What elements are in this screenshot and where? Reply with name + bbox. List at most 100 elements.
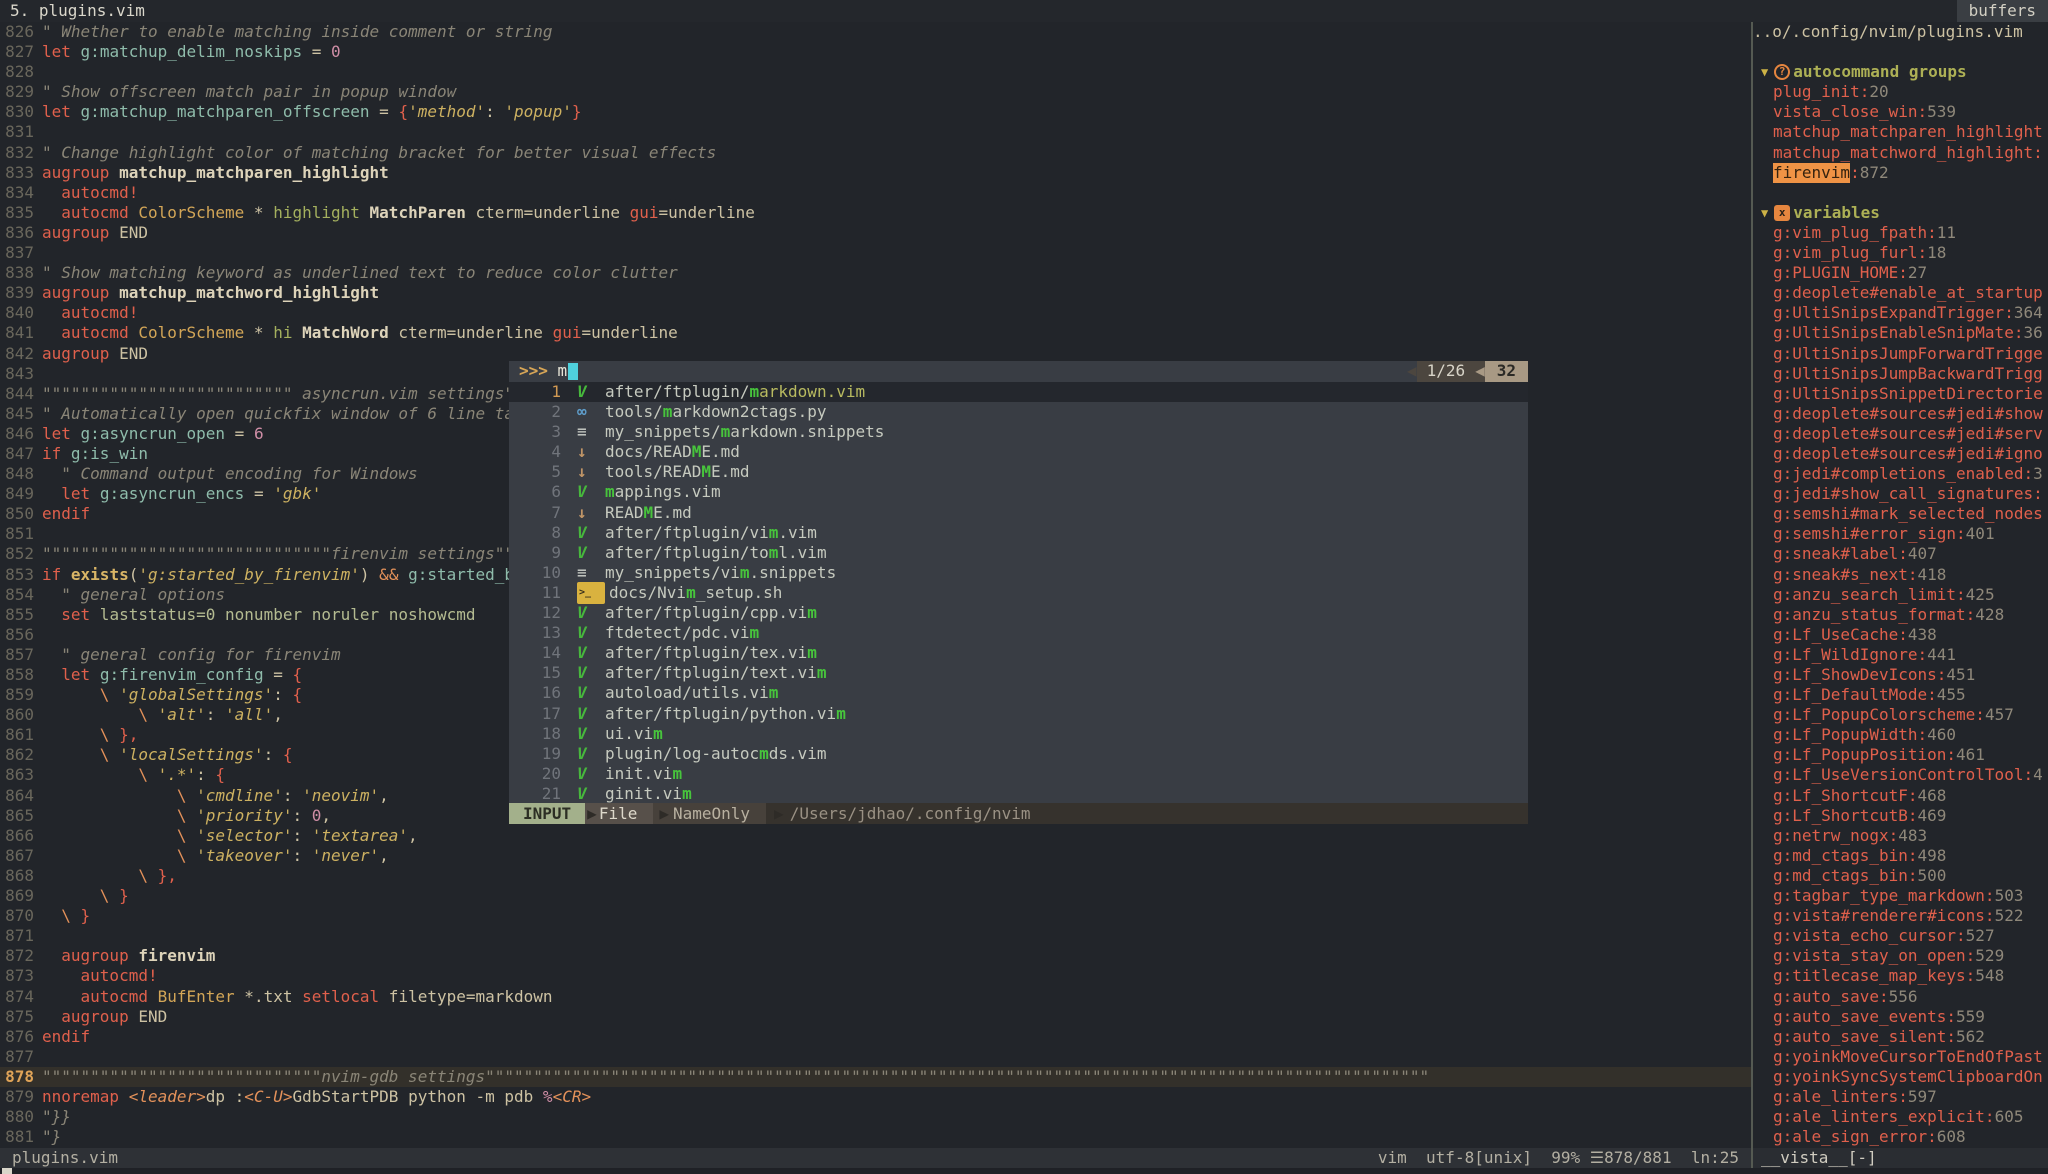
- tag-name[interactable]: g:Lf_PopupWidth: [1773, 725, 1918, 745]
- vista-tag-entry[interactable]: g:Lf_DefaultMode:455: [1753, 685, 2048, 705]
- file-result-row[interactable]: 2∞tools/markdown2ctags.py: [509, 402, 1528, 422]
- file-result-row[interactable]: 21Vginit.vim: [509, 784, 1528, 803]
- vista-tag-entry[interactable]: g:md_ctags_bin:500: [1753, 866, 2048, 886]
- vista-tag-entry[interactable]: g:vista_echo_cursor:527: [1753, 926, 2048, 946]
- editor-line[interactable]: 840 autocmd!: [0, 303, 1751, 323]
- tag-name[interactable]: g:tagbar_type_markdown: [1773, 886, 1985, 906]
- file-result-row[interactable]: 17Vafter/ftplugin/python.vim: [509, 704, 1528, 724]
- vista-tag-entry[interactable]: g:anzu_status_format:428: [1753, 605, 2048, 625]
- editor-line[interactable]: 868 \ },: [0, 866, 1751, 886]
- tag-name[interactable]: g:UltiSnipsEnableSnipMate: [1773, 323, 2014, 343]
- vista-tag-entry[interactable]: vista_close_win:539: [1753, 102, 2048, 122]
- vista-tag-entry[interactable]: g:ale_linters_explicit:605: [1753, 1107, 2048, 1127]
- vista-tag-entry[interactable]: g:deoplete#sources#jedi#serv: [1753, 424, 2048, 444]
- vista-tag-entry[interactable]: g:Lf_UseVersionControlTool:4: [1753, 765, 2048, 785]
- editor-line[interactable]: 878"""""""""""""""""""""""""""""nvim-gdb…: [0, 1067, 1751, 1087]
- vista-sidebar[interactable]: ..o/.config/nvim/plugins.vim▼?autocomman…: [1753, 22, 2048, 1148]
- tag-name[interactable]: g:Lf_ShortcutF: [1773, 786, 1908, 806]
- tag-name[interactable]: g:Lf_ShowDevIcons: [1773, 665, 1937, 685]
- vista-tag-entry[interactable]: firenvim:872: [1753, 163, 2048, 183]
- file-result-row[interactable]: 9Vafter/ftplugin/toml.vim: [509, 543, 1528, 563]
- editor-line[interactable]: 838" Show matching keyword as underlined…: [0, 263, 1751, 283]
- tag-name[interactable]: g:deoplete#sources#jedi#igno: [1773, 444, 2043, 464]
- tag-name[interactable]: g:deoplete#enable_at_startup: [1773, 283, 2043, 303]
- tag-name[interactable]: g:PLUGIN_HOME: [1773, 263, 1898, 283]
- editor-line[interactable]: 832" Change highlight color of matching …: [0, 143, 1751, 163]
- editor-line[interactable]: 867 \ 'takeover': 'never',: [0, 846, 1751, 866]
- tag-name[interactable]: matchup_matchword_highlight: [1773, 143, 2033, 163]
- file-result-row[interactable]: 14Vafter/ftplugin/tex.vim: [509, 643, 1528, 663]
- editor-line[interactable]: 829" Show offscreen match pair in popup …: [0, 82, 1751, 102]
- editor-line[interactable]: 870 \ }: [0, 906, 1751, 926]
- vista-tag-entry[interactable]: g:PLUGIN_HOME:27: [1753, 263, 2048, 283]
- tag-name[interactable]: g:Lf_PopupColorscheme: [1773, 705, 1975, 725]
- editor-line[interactable]: 830let g:matchup_matchparen_offscreen = …: [0, 102, 1751, 122]
- vista-tag-entry[interactable]: g:auto_save_silent:562: [1753, 1027, 2048, 1047]
- vista-tag-entry[interactable]: g:netrw_nogx:483: [1753, 826, 2048, 846]
- tag-name[interactable]: g:Lf_UseCache: [1773, 625, 1898, 645]
- command-line[interactable]: [0, 1168, 2048, 1174]
- tag-name[interactable]: g:yoinkMoveCursorToEndOfPast: [1773, 1047, 2043, 1067]
- tag-name[interactable]: g:vim_plug_fpath: [1773, 223, 1927, 243]
- tag-name[interactable]: g:Lf_ShortcutB: [1773, 806, 1908, 826]
- file-result-row[interactable]: 5↓tools/README.md: [509, 462, 1528, 482]
- tag-name[interactable]: g:auto_save: [1773, 987, 1879, 1007]
- editor-line[interactable]: 833augroup matchup_matchparen_highlight: [0, 163, 1751, 183]
- vista-tag-entry[interactable]: g:sneak#s_next:418: [1753, 565, 2048, 585]
- editor-line[interactable]: 872 augroup firenvim: [0, 946, 1751, 966]
- file-result-row[interactable]: 12Vafter/ftplugin/cpp.vim: [509, 603, 1528, 623]
- tab-current-buffer[interactable]: 5. plugins.vim: [0, 1, 145, 21]
- tag-name[interactable]: g:ale_sign_error: [1773, 1127, 1927, 1147]
- tag-name[interactable]: g:vim_plug_furl: [1773, 243, 1918, 263]
- vista-tag-entry[interactable]: g:Lf_ShowDevIcons:451: [1753, 665, 2048, 685]
- file-result-list[interactable]: 1Vafter/ftplugin/markdown.vim2∞tools/mar…: [509, 382, 1528, 803]
- editor-line[interactable]: 879nnoremap <leader>dp :<C-U>GdbStartPDB…: [0, 1087, 1751, 1107]
- vista-tag-entry[interactable]: g:vista#renderer#icons:522: [1753, 906, 2048, 926]
- vista-tag-entry[interactable]: g:auto_save_events:559: [1753, 1007, 2048, 1027]
- file-result-row[interactable]: 8Vafter/ftplugin/vim.vim: [509, 523, 1528, 543]
- file-result-row[interactable]: 4↓docs/README.md: [509, 442, 1528, 462]
- editor-line[interactable]: 873 autocmd!: [0, 966, 1751, 986]
- tag-name[interactable]: g:md_ctags_bin: [1773, 866, 1908, 886]
- chevron-down-icon[interactable]: ▼: [1761, 62, 1768, 82]
- vista-tag-entry[interactable]: g:Lf_WildIgnore:441: [1753, 645, 2048, 665]
- editor-line[interactable]: 874 autocmd BufEnter *.txt setlocal file…: [0, 987, 1751, 1007]
- file-result-row[interactable]: 10≡my_snippets/vim.snippets: [509, 563, 1528, 583]
- vista-tag-entry[interactable]: g:sneak#label:407: [1753, 544, 2048, 564]
- editor-line[interactable]: 831: [0, 122, 1751, 142]
- tag-name[interactable]: vista_close_win: [1773, 102, 1918, 122]
- editor-line[interactable]: 880"}}: [0, 1107, 1751, 1127]
- tag-name[interactable]: g:UltiSnipsExpandTrigger: [1773, 303, 2004, 323]
- tag-name[interactable]: matchup_matchparen_highlight: [1773, 122, 2043, 142]
- tag-name[interactable]: g:semshi#error_sign: [1773, 524, 1956, 544]
- file-result-row[interactable]: 6Vmappings.vim: [509, 482, 1528, 502]
- vista-tag-entry[interactable]: g:yoinkSyncSystemClipboardOn: [1753, 1067, 2048, 1087]
- vista-tag-entry[interactable]: g:yoinkMoveCursorToEndOfPast: [1753, 1047, 2048, 1067]
- editor-line[interactable]: 876endif: [0, 1027, 1751, 1047]
- vista-tag-entry[interactable]: g:ale_linters:597: [1753, 1087, 2048, 1107]
- tag-name[interactable]: g:vista_stay_on_open: [1773, 946, 1966, 966]
- vista-tag-entry[interactable]: g:ale_sign_error:608: [1753, 1127, 2048, 1147]
- tag-name[interactable]: g:deoplete#sources#jedi#serv: [1773, 424, 2043, 444]
- vista-section-header[interactable]: ▼xvariables: [1753, 203, 2048, 223]
- file-result-row[interactable]: 13Vftdetect/pdc.vim: [509, 623, 1528, 643]
- vista-tag-entry[interactable]: g:tagbar_type_markdown:503: [1753, 886, 2048, 906]
- search-query[interactable]: m: [558, 361, 568, 381]
- tag-name[interactable]: g:Lf_PopupPosition: [1773, 745, 1946, 765]
- editor-line[interactable]: 881"}: [0, 1127, 1751, 1147]
- editor-line[interactable]: 841 autocmd ColorScheme * hi MatchWord c…: [0, 323, 1751, 343]
- file-result-row[interactable]: 3≡my_snippets/markdown.snippets: [509, 422, 1528, 442]
- editor-line[interactable]: 837: [0, 243, 1751, 263]
- vista-tag-entry[interactable]: g:Lf_UseCache:438: [1753, 625, 2048, 645]
- tag-name[interactable]: plug_init: [1773, 82, 1860, 102]
- vista-tag-entry[interactable]: g:Lf_ShortcutF:468: [1753, 786, 2048, 806]
- vista-tag-entry[interactable]: g:md_ctags_bin:498: [1753, 846, 2048, 866]
- file-result-row[interactable]: 20Vinit.vim: [509, 764, 1528, 784]
- vista-tag-entry[interactable]: g:semshi#error_sign:401: [1753, 524, 2048, 544]
- vista-tag-entry[interactable]: g:deoplete#sources#jedi#show: [1753, 404, 2048, 424]
- tag-name[interactable]: g:jedi#completions_enabled: [1773, 464, 2023, 484]
- editor-line[interactable]: 869 \ }: [0, 886, 1751, 906]
- vista-tag-entry[interactable]: g:deoplete#enable_at_startup: [1753, 283, 2048, 303]
- tag-name[interactable]: g:Lf_DefaultMode: [1773, 685, 1927, 705]
- vista-tag-entry[interactable]: g:auto_save:556: [1753, 987, 2048, 1007]
